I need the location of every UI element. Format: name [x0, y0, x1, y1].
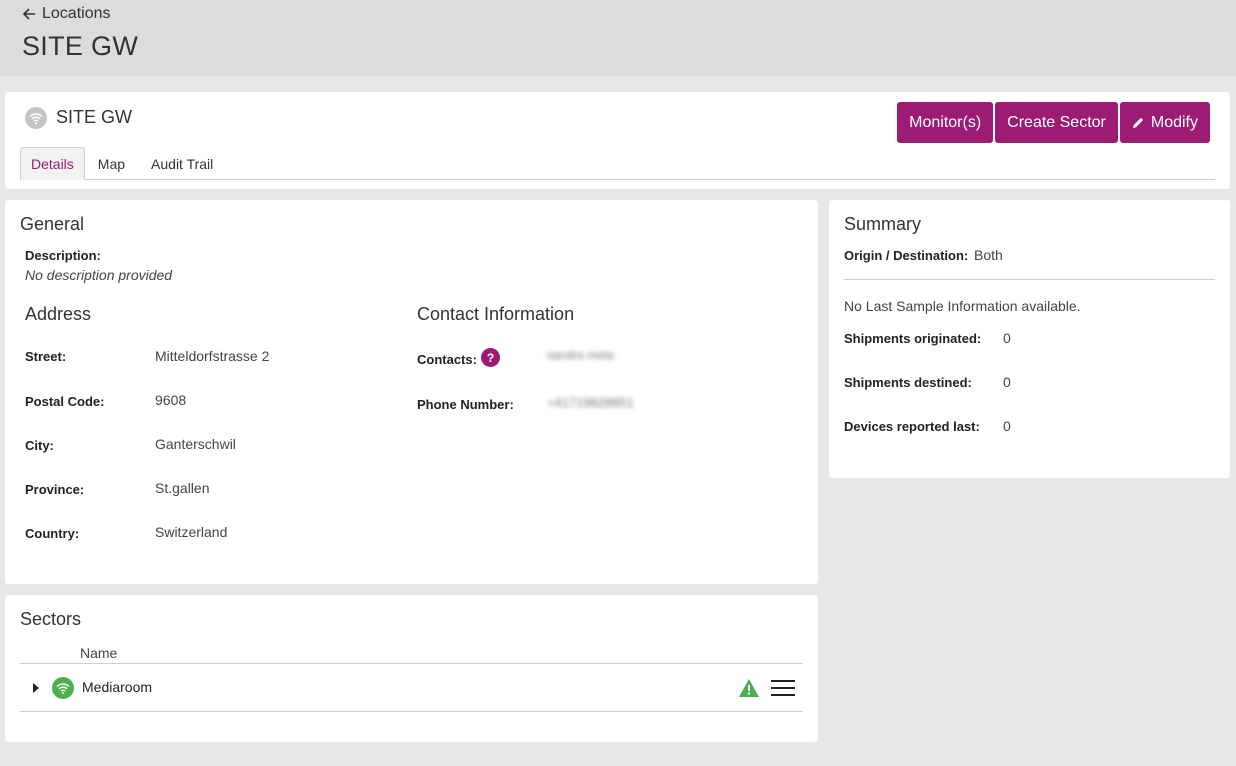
- country-value: Switzerland: [155, 524, 228, 540]
- contacts-label: Contacts:: [417, 352, 477, 367]
- phone-number-label: Phone Number:: [417, 397, 514, 412]
- help-icon[interactable]: ?: [481, 348, 500, 367]
- monitors-button[interactable]: Monitor(s): [897, 102, 994, 143]
- city-value: Ganterschwil: [155, 436, 236, 452]
- table-header-divider: [20, 663, 803, 664]
- devices-reported-label: Devices reported last:: [844, 419, 980, 434]
- street-label: Street:: [25, 349, 67, 364]
- tab-bar: Details Map Audit Trail: [20, 147, 1215, 180]
- wifi-icon: [52, 677, 74, 699]
- back-to-locations-link[interactable]: Locations: [22, 5, 111, 23]
- page-title: SITE GW: [22, 31, 139, 61]
- contact-title: Contact Information: [417, 304, 575, 324]
- general-title: General: [20, 214, 85, 234]
- modify-button[interactable]: Modify: [1119, 102, 1210, 143]
- sectors-card: Sectors Name Mediaroom: [5, 595, 818, 742]
- modify-button-label: Modify: [1150, 113, 1198, 131]
- contacts-value[interactable]: sandra meta: [547, 348, 614, 362]
- column-header-name: Name: [80, 645, 118, 661]
- general-card: General Description: No description prov…: [5, 200, 818, 584]
- summary-title: Summary: [844, 214, 922, 234]
- sector-name[interactable]: Mediaroom: [82, 679, 152, 695]
- street-value: Mitteldorfstrasse 2: [155, 348, 270, 364]
- page-header: Locations SITE GW: [0, 0, 1236, 76]
- shipments-originated-value: 0: [1003, 330, 1011, 346]
- origin-destination-label: Origin / Destination:: [844, 248, 969, 263]
- summary-divider: [844, 279, 1215, 280]
- summary-card: Summary Origin / Destination: Both No La…: [829, 200, 1230, 478]
- create-sector-button[interactable]: Create Sector: [995, 102, 1118, 143]
- phone-number-value: +41719828851: [547, 395, 635, 410]
- postal-code-value: 9608: [155, 392, 187, 408]
- devices-reported-value: 0: [1003, 418, 1011, 434]
- no-sample-info: No Last Sample Information available.: [844, 298, 1081, 314]
- site-name: SITE GW: [56, 107, 132, 127]
- table-row-divider: [20, 711, 803, 712]
- description-value: No description provided: [25, 267, 173, 283]
- shipments-destined-value: 0: [1003, 374, 1011, 390]
- pencil-icon: [1132, 117, 1144, 128]
- origin-destination-value: Both: [974, 247, 1003, 263]
- tab-details[interactable]: Details: [20, 147, 85, 180]
- back-link-label: Locations: [42, 5, 111, 22]
- arrow-left-icon: [22, 8, 35, 20]
- warning-icon: [739, 679, 759, 697]
- address-title: Address: [25, 304, 92, 324]
- tab-audit-trail[interactable]: Audit Trail: [138, 147, 226, 180]
- description-label: Description:: [25, 248, 101, 263]
- wifi-icon: [25, 107, 47, 129]
- action-buttons: Monitor(s) Create Sector Modify: [897, 102, 1210, 143]
- site-header-card: SITE GW Monitor(s) Create Sector Modify …: [5, 92, 1230, 189]
- postal-code-label: Postal Code:: [25, 394, 105, 409]
- tab-map[interactable]: Map: [85, 147, 138, 180]
- hamburger-menu-icon[interactable]: [771, 680, 795, 698]
- country-label: Country:: [25, 526, 80, 541]
- expand-caret-icon[interactable]: [33, 683, 39, 693]
- city-label: City:: [25, 438, 54, 453]
- shipments-destined-label: Shipments destined:: [844, 375, 972, 390]
- shipments-originated-label: Shipments originated:: [844, 331, 982, 346]
- sectors-title: Sectors: [20, 609, 82, 629]
- province-value: St.gallen: [155, 480, 210, 496]
- province-label: Province:: [25, 482, 85, 497]
